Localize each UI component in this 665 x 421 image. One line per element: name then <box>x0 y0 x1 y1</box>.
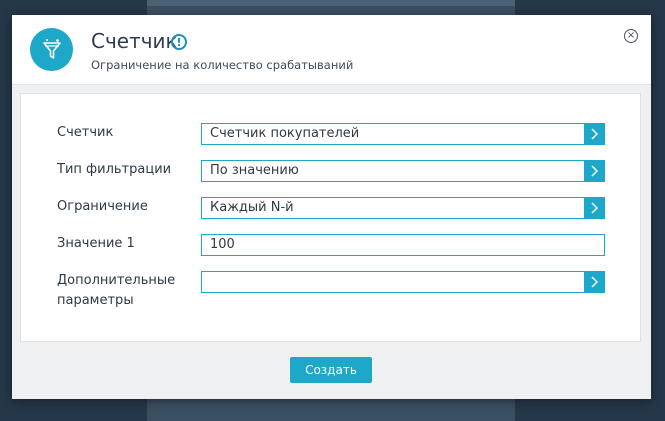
dialog-header: Счетчик ! Ограничение на количество сраб… <box>12 15 651 85</box>
limit-select[interactable]: Каждый N-й <box>201 197 605 219</box>
funnel-icon <box>30 28 73 71</box>
dialog-subtitle: Ограничение на количество срабатываний <box>91 58 354 72</box>
chevron-right-icon[interactable] <box>584 124 604 144</box>
chevron-right-icon[interactable] <box>584 272 604 292</box>
chevron-right-icon[interactable] <box>584 161 604 181</box>
value-1-text: 100 <box>210 237 235 252</box>
limit-label: Ограничение <box>57 199 148 214</box>
create-button[interactable]: Создать <box>290 357 372 383</box>
extra-params-label-line2: параметры <box>57 293 134 308</box>
counter-dialog: Счетчик ! Ограничение на количество сраб… <box>12 15 651 399</box>
chevron-right-icon[interactable] <box>584 198 604 218</box>
dialog-title: Счетчик <box>91 29 178 53</box>
extra-params-label: Дополнительные параметры <box>57 271 175 311</box>
info-icon[interactable]: ! <box>171 34 187 50</box>
value-1-label: Значение 1 <box>57 236 135 251</box>
limit-value: Каждый N-й <box>210 200 294 215</box>
counter-select-value: Счетчик покупателей <box>210 126 360 141</box>
counter-select[interactable]: Счетчик покупателей <box>201 123 605 145</box>
filter-type-label: Тип фильтрации <box>57 162 172 177</box>
filter-type-value: По значению <box>210 163 299 178</box>
counter-label: Счетчик <box>57 125 114 140</box>
filter-type-select[interactable]: По значению <box>201 160 605 182</box>
close-icon[interactable]: × <box>624 29 638 43</box>
extra-params-label-line1: Дополнительные <box>57 273 176 288</box>
extra-params-select[interactable] <box>201 271 605 293</box>
form-panel: Счетчик Счетчик покупателей Тип фильтрац… <box>20 93 641 342</box>
background-panel-top <box>147 0 515 6</box>
value-1-input[interactable]: 100 <box>201 234 605 256</box>
